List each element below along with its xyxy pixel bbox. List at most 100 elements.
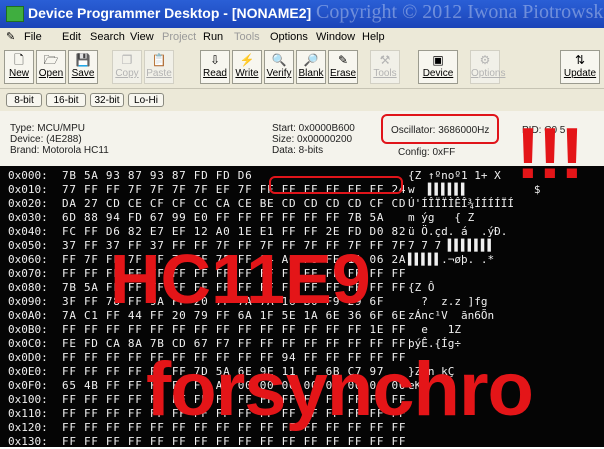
hex-address: 0x070: bbox=[8, 267, 48, 280]
open-folder-icon: 🗁 bbox=[43, 53, 59, 67]
options-icon: ⚙ bbox=[479, 53, 491, 67]
hex-bytes[interactable]: FC FF D6 82 E7 EF 12 A0 1E E1 FF FF 2E F… bbox=[62, 225, 406, 238]
erase-button[interactable]: ✎ Erase bbox=[328, 50, 358, 84]
hex-ascii[interactable]: {Z ↑ºnoº1 1+ X bbox=[408, 169, 501, 182]
erase-icon: ✎ bbox=[337, 53, 349, 67]
hex-address: 0x060: bbox=[8, 253, 48, 266]
hex-address: 0x030: bbox=[8, 211, 48, 224]
tab-32-bit[interactable]: 32-bit bbox=[90, 93, 124, 107]
hex-bytes[interactable]: 7B 5A 93 87 93 87 FD FD D6 bbox=[62, 169, 252, 182]
menu-edit[interactable]: Edit bbox=[62, 31, 81, 43]
blank-button[interactable]: 🔎 Blank bbox=[296, 50, 326, 84]
hex-address: 0x120: bbox=[8, 421, 48, 434]
hex-address: 0x0E0: bbox=[8, 365, 48, 378]
menu-view[interactable]: View bbox=[130, 31, 154, 43]
menu-help[interactable]: Help bbox=[362, 31, 385, 43]
hex-bytes[interactable]: DA 27 CD CE CF CF CC CA CE BE CD CD CD C… bbox=[62, 197, 406, 210]
hex-address: 0x010: bbox=[8, 183, 48, 196]
tools-icon: ⚒ bbox=[379, 53, 391, 67]
update-button[interactable]: ⇅ Update bbox=[560, 50, 600, 84]
device-chip-icon: ▣ bbox=[432, 53, 444, 67]
start-address: Start: 0x0000B600 bbox=[272, 123, 355, 134]
device-button[interactable]: ▣ Device bbox=[418, 50, 458, 84]
hex-address: 0x000: bbox=[8, 169, 48, 182]
write-button[interactable]: ⚡ Write bbox=[232, 50, 262, 84]
menu-run[interactable]: Run bbox=[203, 31, 223, 43]
hex-address: 0x040: bbox=[8, 225, 48, 238]
menu-project[interactable]: Project bbox=[162, 31, 196, 43]
hex-ascii[interactable]: ? z.z ]fg bbox=[408, 295, 487, 308]
window-title: Device Programmer Desktop - [NONAME2] bbox=[28, 5, 312, 21]
hex-ascii[interactable]: 7 7 7 ▌▌▌▌▌▌▌ bbox=[408, 239, 494, 252]
device-brand: Brand: Motorola HC11 bbox=[10, 145, 109, 156]
update-icon: ⇅ bbox=[574, 53, 586, 67]
menu-tools[interactable]: Tools bbox=[234, 31, 260, 43]
data-width: Data: 8-bits bbox=[272, 145, 324, 156]
open-button-label: Open bbox=[38, 68, 64, 79]
copy-icon: ❐ bbox=[121, 53, 133, 67]
copyright-watermark: Copyright © 2012 Iwona Piotrowska bbox=[316, 1, 604, 23]
new-file-icon: 🗋 bbox=[14, 53, 24, 67]
oscillator-highlight-box bbox=[381, 114, 499, 144]
hex-row[interactable]: 0x020: DA 27 CD CE CF CF CC CA CE BE CD C… bbox=[0, 197, 604, 211]
menu-search[interactable]: Search bbox=[90, 31, 125, 43]
copy-button[interactable]: ❐ Copy bbox=[112, 50, 142, 84]
new-button[interactable]: 🗋 New bbox=[4, 50, 34, 84]
menu-options[interactable]: Options bbox=[270, 31, 308, 43]
save-icon: 💾 bbox=[75, 53, 91, 67]
title-bar: Device Programmer Desktop - [NONAME2] Co… bbox=[0, 0, 604, 28]
hex-ascii[interactable]: Ú'ÍÎÏÏÌÊÎ¾ÍÍÍÍÏÍ bbox=[408, 197, 514, 210]
hex-address: 0x050: bbox=[8, 239, 48, 252]
copy-button-label: Copy bbox=[115, 68, 139, 79]
bytes-highlight-box bbox=[269, 176, 403, 194]
read-icon: ⇩ bbox=[209, 53, 221, 67]
blank-button-label: Blank bbox=[298, 68, 324, 79]
paste-button[interactable]: 📋 Paste bbox=[144, 50, 174, 84]
hex-bytes[interactable]: FF FF FF FF FF FF FF FF FF FF FF FF FF F… bbox=[62, 435, 406, 448]
hex-ascii[interactable]: zÁnc¹V ãn6Õn bbox=[408, 309, 494, 322]
hex-address: 0x0F0: bbox=[8, 379, 48, 392]
forsynchro-annotation: forsynchro bbox=[146, 347, 534, 432]
hex-address: 0x020: bbox=[8, 197, 48, 210]
hex-ascii[interactable]: ▌▌▌▌▌.¬øþ. .* bbox=[408, 253, 494, 266]
menu-pin-icon: ✎ bbox=[6, 31, 16, 43]
hex-bytes[interactable]: 6D 88 94 FD 67 99 E0 FF FF FF FF FF FF 7… bbox=[62, 211, 384, 224]
hex-ascii[interactable]: {Z Ô bbox=[408, 281, 435, 294]
hex-ascii[interactable]: m ýg { Z bbox=[408, 211, 474, 224]
hex-address: 0x0C0: bbox=[8, 337, 48, 350]
tab-lo-hi[interactable]: Lo-Hi bbox=[128, 93, 164, 107]
paste-icon: 📋 bbox=[151, 53, 167, 67]
hex-address: 0x0A0: bbox=[8, 309, 48, 322]
device-info-panel: Type: MCU/MPU Device: (4E288) Brand: Mot… bbox=[0, 111, 604, 166]
hex-row[interactable]: 0x030: 6D 88 94 FD 67 99 E0 FF FF FF FF F… bbox=[0, 211, 604, 225]
tab-8-bit[interactable]: 8-bit bbox=[6, 93, 42, 107]
hex-ascii[interactable]: ü Ö.çd. á .ýÐ. bbox=[408, 225, 507, 238]
open-button[interactable]: 🗁 Open bbox=[36, 50, 66, 84]
tools-button[interactable]: ⚒ Tools bbox=[370, 50, 400, 84]
hex-row[interactable]: 0x040: FC FF D6 82 E7 EF 12 A0 1E E1 FF F… bbox=[0, 225, 604, 239]
options-button[interactable]: ⚙ Options bbox=[470, 50, 506, 84]
hex-bytes[interactable]: FF FF FF FF FF FF FF FF FF FF FF FF FF F… bbox=[62, 323, 406, 336]
read-button[interactable]: ⇩ Read bbox=[200, 50, 230, 84]
verify-button-label: Verify bbox=[266, 68, 292, 79]
hex-row[interactable]: 0x0B0: FF FF FF FF FF FF FF FF FF FF FF F… bbox=[0, 323, 604, 337]
verify-button[interactable]: 🔍 Verify bbox=[264, 50, 294, 84]
hex-ascii[interactable]: e 1Z bbox=[408, 323, 461, 336]
app-icon bbox=[6, 6, 24, 22]
menu-file[interactable]: File bbox=[24, 31, 42, 43]
new-button-label: New bbox=[8, 68, 29, 79]
menu-window[interactable]: Window bbox=[316, 31, 355, 43]
exclamation-annotation: !!! bbox=[516, 114, 584, 194]
erase-button-label: Erase bbox=[329, 68, 357, 79]
read-button-label: Read bbox=[203, 68, 227, 79]
hex-address: 0x100: bbox=[8, 393, 48, 406]
options-button-label: Options bbox=[471, 68, 506, 79]
hex-address: 0x080: bbox=[8, 281, 48, 294]
tab-16-bit[interactable]: 16-bit bbox=[46, 93, 86, 107]
write-icon: ⚡ bbox=[239, 53, 255, 67]
save-button[interactable]: 💾 Save bbox=[68, 50, 98, 84]
config-value: Config: 0xFF bbox=[398, 147, 456, 158]
write-button-label: Write bbox=[235, 68, 259, 79]
hex-address: 0x110: bbox=[8, 407, 48, 420]
device-id: Device: (4E288) bbox=[10, 134, 82, 145]
